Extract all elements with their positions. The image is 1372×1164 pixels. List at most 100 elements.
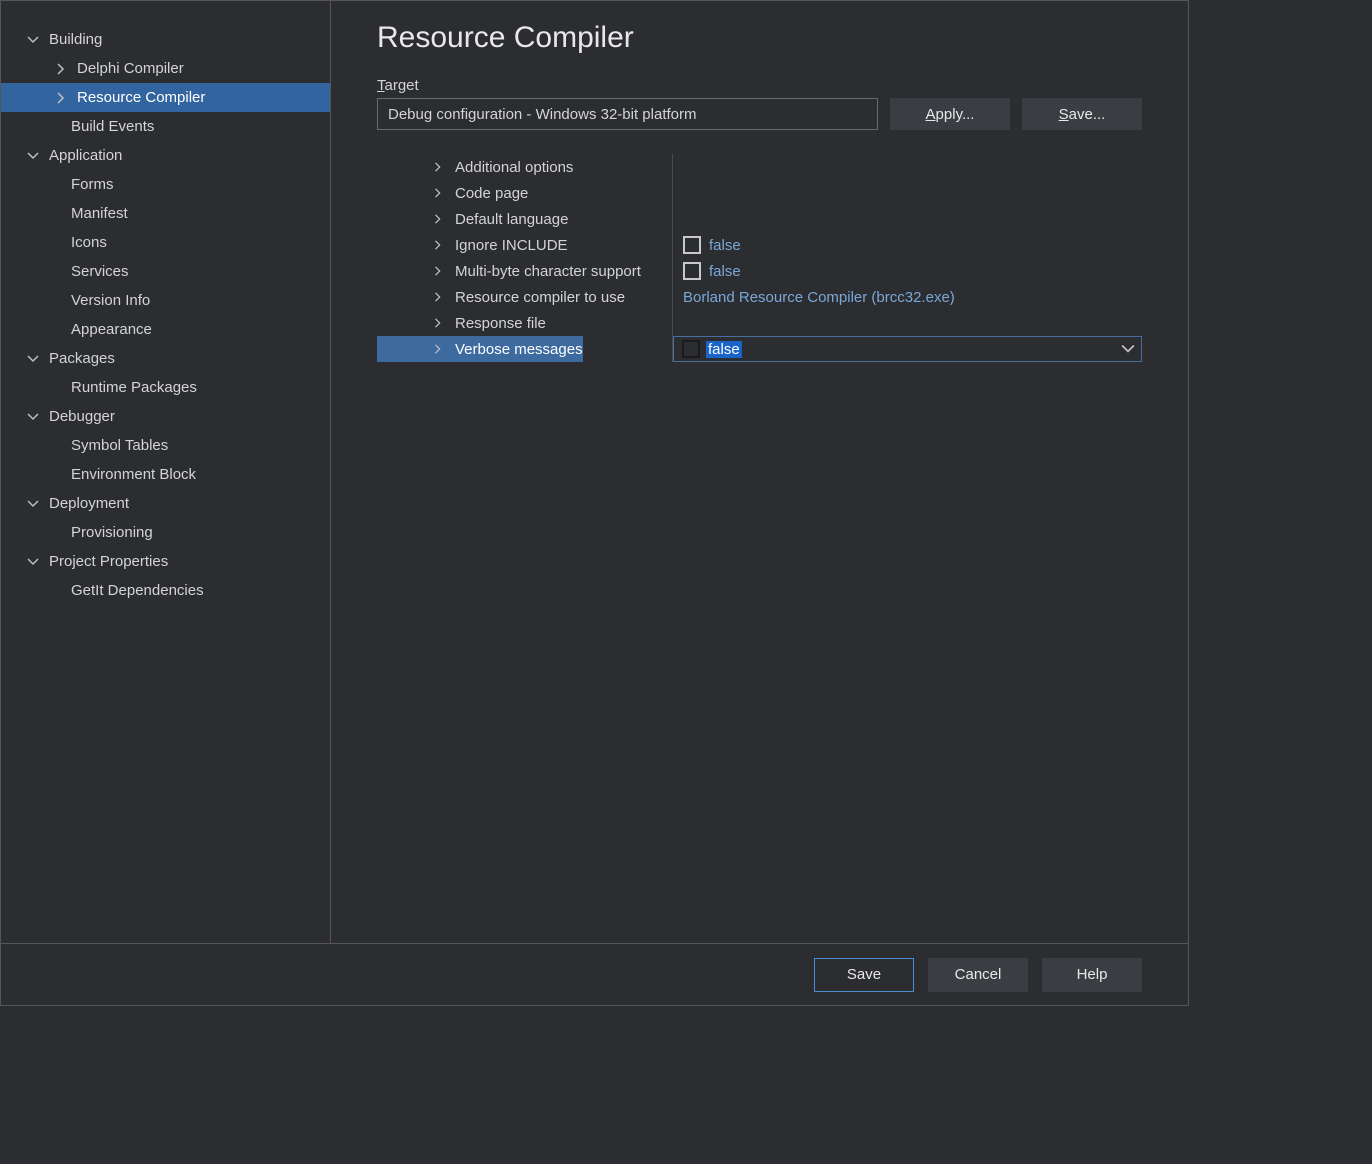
option-label-text: Resource compiler to use bbox=[455, 289, 625, 306]
sidebar-item-label: Services bbox=[71, 263, 129, 280]
target-combobox[interactable]: Debug configuration - Windows 32-bit pla… bbox=[377, 98, 878, 130]
sidebar-item-label: GetIt Dependencies bbox=[71, 582, 204, 599]
chevron-right-icon bbox=[51, 59, 71, 79]
sidebar-item-label: Manifest bbox=[71, 205, 128, 222]
sidebar-item-getit-dependencies[interactable]: GetIt Dependencies bbox=[1, 576, 330, 605]
sidebar-item-build-events[interactable]: Build Events bbox=[1, 112, 330, 141]
option-label-response-file[interactable]: Response file bbox=[377, 310, 546, 336]
option-label-text: Default language bbox=[455, 211, 568, 228]
target-value: Debug configuration - Windows 32-bit pla… bbox=[388, 106, 696, 123]
option-label-code-page[interactable]: Code page bbox=[377, 180, 528, 206]
main-panel: Resource Compiler Target Debug configura… bbox=[331, 1, 1188, 943]
option-value-resource-compiler-to-use[interactable]: Borland Resource Compiler (brcc32.exe) bbox=[673, 284, 955, 310]
sidebar-group-label: Packages bbox=[49, 350, 115, 367]
option-label-text: Verbose messages bbox=[455, 341, 583, 358]
option-value-multi-byte-character-support[interactable]: false bbox=[673, 258, 741, 284]
chevron-down-icon bbox=[23, 349, 43, 369]
option-value-text: Borland Resource Compiler (brcc32.exe) bbox=[683, 289, 955, 306]
cancel-button[interactable]: Cancel bbox=[928, 958, 1028, 992]
sidebar-group-deployment[interactable]: Deployment bbox=[1, 489, 330, 518]
sidebar-group-label: Deployment bbox=[49, 495, 129, 512]
sidebar-group-label: Project Properties bbox=[49, 553, 168, 570]
sidebar-item-label: Runtime Packages bbox=[71, 379, 197, 396]
sidebar-item-label: Delphi Compiler bbox=[77, 60, 184, 77]
chevron-down-icon bbox=[23, 407, 43, 427]
sidebar-item-label: Symbol Tables bbox=[71, 437, 168, 454]
option-value-text: false bbox=[709, 237, 741, 254]
options-dialog: Building Delphi Compiler Resource Compiler… bbox=[0, 0, 1189, 1006]
sidebar-group-building[interactable]: Building bbox=[1, 25, 330, 54]
option-value-additional-options[interactable] bbox=[673, 154, 683, 180]
chevron-right-icon bbox=[431, 313, 445, 333]
sidebar-item-appearance[interactable]: Appearance bbox=[1, 315, 330, 344]
sidebar-item-provisioning[interactable]: Provisioning bbox=[1, 518, 330, 547]
option-value-default-language[interactable] bbox=[673, 206, 683, 232]
sidebar-item-label: Version Info bbox=[71, 292, 150, 309]
sidebar-group-debugger[interactable]: Debugger bbox=[1, 402, 330, 431]
sidebar-item-manifest[interactable]: Manifest bbox=[1, 199, 330, 228]
sidebar-item-label: Provisioning bbox=[71, 524, 153, 541]
option-value-verbose-messages[interactable]: false bbox=[673, 336, 1142, 362]
sidebar-item-label: Icons bbox=[71, 234, 107, 251]
save-as-button[interactable]: Save... bbox=[1022, 98, 1142, 130]
checkbox-icon[interactable] bbox=[682, 340, 700, 358]
sidebar-item-environment-block[interactable]: Environment Block bbox=[1, 460, 330, 489]
sidebar-group-label: Application bbox=[49, 147, 122, 164]
sidebar-group-label: Building bbox=[49, 31, 102, 48]
option-value-response-file[interactable] bbox=[673, 310, 683, 336]
sidebar-item-label: Appearance bbox=[71, 321, 152, 338]
chevron-right-icon bbox=[431, 261, 445, 281]
option-value-code-page[interactable] bbox=[673, 180, 683, 206]
chevron-down-icon bbox=[23, 494, 43, 514]
option-label-multi-byte-character-support[interactable]: Multi-byte character support bbox=[377, 258, 641, 284]
chevron-right-icon bbox=[431, 157, 445, 177]
chevron-right-icon bbox=[51, 88, 71, 108]
page-title: Resource Compiler bbox=[377, 21, 1142, 55]
option-value-text: false bbox=[709, 263, 741, 280]
option-value-ignore-include[interactable]: false bbox=[673, 232, 741, 258]
sidebar-item-resource-compiler[interactable]: Resource Compiler bbox=[1, 83, 330, 112]
sidebar-item-label: Resource Compiler bbox=[77, 89, 205, 106]
chevron-down-icon bbox=[23, 30, 43, 50]
chevron-right-icon bbox=[431, 287, 445, 307]
option-label-text: Ignore INCLUDE bbox=[455, 237, 568, 254]
chevron-right-icon bbox=[431, 339, 445, 359]
checkbox-icon[interactable] bbox=[683, 236, 701, 254]
option-label-default-language[interactable]: Default language bbox=[377, 206, 568, 232]
sidebar-item-services[interactable]: Services bbox=[1, 257, 330, 286]
sidebar-item-label: Forms bbox=[71, 176, 114, 193]
options-grid: Additional options Code page Default langu… bbox=[377, 154, 1142, 362]
save-button[interactable]: Save bbox=[814, 958, 914, 992]
body: Building Delphi Compiler Resource Compiler… bbox=[1, 1, 1188, 943]
option-label-text: Multi-byte character support bbox=[455, 263, 641, 280]
option-label-text: Additional options bbox=[455, 159, 573, 176]
sidebar-item-runtime-packages[interactable]: Runtime Packages bbox=[1, 373, 330, 402]
option-label-verbose-messages[interactable]: Verbose messages bbox=[377, 336, 583, 362]
sidebar-nav: Building Delphi Compiler Resource Compiler… bbox=[1, 1, 331, 943]
checkbox-icon[interactable] bbox=[683, 262, 701, 280]
dialog-footer: Save Cancel Help bbox=[1, 943, 1188, 1005]
sidebar-item-symbol-tables[interactable]: Symbol Tables bbox=[1, 431, 330, 460]
sidebar-item-version-info[interactable]: Version Info bbox=[1, 286, 330, 315]
chevron-right-icon bbox=[431, 209, 445, 229]
chevron-right-icon bbox=[431, 235, 445, 255]
option-label-additional-options[interactable]: Additional options bbox=[377, 154, 573, 180]
sidebar-item-delphi-compiler[interactable]: Delphi Compiler bbox=[1, 54, 330, 83]
sidebar-group-application[interactable]: Application bbox=[1, 141, 330, 170]
chevron-right-icon bbox=[431, 183, 445, 203]
option-label-resource-compiler-to-use[interactable]: Resource compiler to use bbox=[377, 284, 625, 310]
option-label-text: Response file bbox=[455, 315, 546, 332]
help-button[interactable]: Help bbox=[1042, 958, 1142, 992]
option-value-text: false bbox=[706, 341, 742, 358]
option-label-ignore-include[interactable]: Ignore INCLUDE bbox=[377, 232, 568, 258]
sidebar-group-label: Debugger bbox=[49, 408, 115, 425]
apply-button[interactable]: Apply... bbox=[890, 98, 1010, 130]
sidebar-item-icons[interactable]: Icons bbox=[1, 228, 330, 257]
sidebar-item-forms[interactable]: Forms bbox=[1, 170, 330, 199]
chevron-down-icon[interactable] bbox=[1121, 342, 1135, 356]
sidebar-item-label: Environment Block bbox=[71, 466, 196, 483]
sidebar-group-project-properties[interactable]: Project Properties bbox=[1, 547, 330, 576]
sidebar-group-packages[interactable]: Packages bbox=[1, 344, 330, 373]
chevron-down-icon bbox=[23, 552, 43, 572]
chevron-down-icon bbox=[23, 146, 43, 166]
